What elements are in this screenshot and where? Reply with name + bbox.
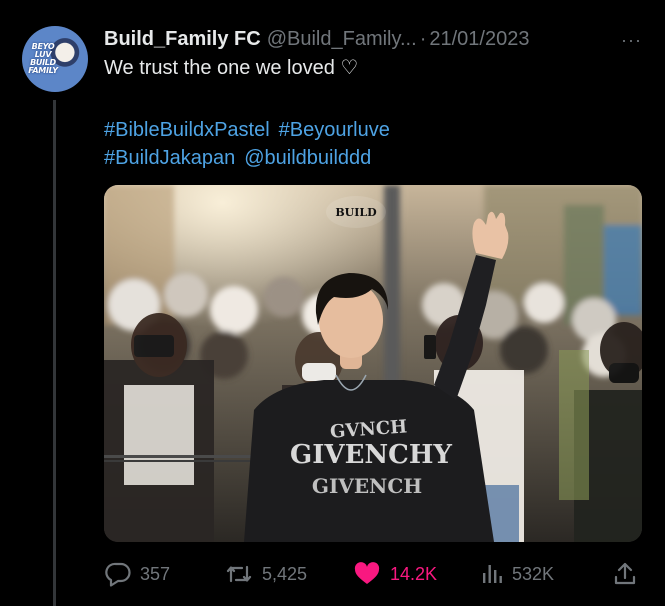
shirt-print-text: GIVENCHY (290, 440, 452, 470)
hashtag-link[interactable]: #Beyourluve (279, 119, 390, 141)
author-handle[interactable]: @Build_Family... (267, 28, 417, 51)
like-button[interactable]: 14.2K (352, 559, 437, 589)
reply-button[interactable]: 357 (104, 559, 170, 589)
author-name[interactable]: Build_Family FC (104, 28, 261, 51)
avatar-logo-text: BEYO LUV BUILD FAMILY (28, 42, 58, 75)
avatar[interactable]: BEYO LUV BUILD FAMILY (22, 26, 88, 92)
like-count: 14.2K (390, 563, 438, 584)
tweet-photo[interactable]: GVNCH GIVENCHY GIVENCH BUILD (104, 185, 642, 542)
heart-filled-icon (354, 562, 380, 584)
svg-text:GIVENCH: GIVENCH (312, 474, 422, 498)
tweet-date[interactable]: 21/01/2023 (429, 28, 529, 51)
photo-watermark: BUILD (335, 206, 377, 219)
share-button[interactable] (612, 559, 638, 589)
tweet-header: Build_Family FC @Build_Family... · 21/01… (104, 26, 645, 52)
views-button[interactable]: 532K (480, 559, 554, 589)
mention-link[interactable]: @buildbuilddd (244, 147, 371, 169)
tweet-hashtags: #BibleBuildxPastel #Beyourluve #BuildJaka… (104, 116, 544, 172)
repost-count: 5,425 (262, 563, 308, 584)
repost-icon (226, 565, 252, 583)
tweet-text: We trust the one we loved ♡ (104, 57, 359, 79)
hashtag-link[interactable]: #BuildJakapan (104, 147, 235, 169)
repost-button[interactable]: 5,425 (224, 559, 307, 589)
reply-icon (105, 562, 131, 587)
views-bar-chart-icon (483, 565, 502, 583)
thread-connector-line (53, 100, 56, 606)
reply-count: 357 (140, 563, 171, 584)
hashtag-link[interactable]: #BibleBuildxPastel (104, 119, 270, 141)
photo-scene: GVNCH GIVENCHY GIVENCH BUILD (104, 185, 642, 542)
separator-dot: · (419, 27, 427, 50)
views-count: 532K (512, 563, 555, 584)
tweet-actions: 357 5,425 14.2K 532K (104, 559, 644, 589)
more-options-icon[interactable]: ··· (621, 30, 642, 51)
share-icon (614, 562, 636, 585)
